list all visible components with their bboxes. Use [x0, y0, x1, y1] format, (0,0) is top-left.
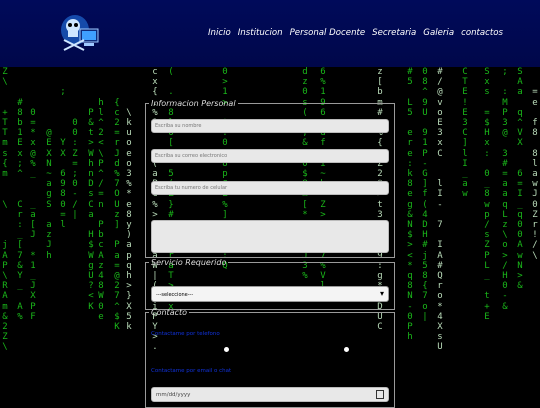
- matrix-column: # 8 b 1 E x ; ^ C r : _ [ 7 & Y _ A %: [17, 97, 23, 322]
- radio-email[interactable]: [344, 347, 349, 352]
- contact-email-link[interactable]: Contactame por email o chat: [151, 368, 231, 374]
- matrix-column: S x s = $ H x : 0 _ 8 w p / s Z P L _ t …: [484, 67, 490, 322]
- date-placeholder: mm/dd/yyyy: [156, 392, 191, 398]
- contact-phone-link[interactable]: Contactame por telefono: [151, 331, 220, 337]
- nav-item-institucion[interactable]: Institucion: [238, 28, 283, 38]
- matrix-column: 0 = * x @ % _ _ a [ J * 1 _ J X P F: [30, 107, 36, 322]
- matrix-column: # 5 L 5 e r e : k 8 e g & N $ > < * q 8 …: [407, 67, 413, 343]
- nav-item-inicio[interactable]: Inicio: [208, 28, 231, 38]
- message-textarea[interactable]: [151, 220, 389, 253]
- service-select-value: ---seleccione---: [156, 292, 194, 298]
- site-header: Inicio Institucion Personal Docente Secr…: [0, 0, 540, 67]
- matrix-column: ; : M P 3 @ 3 # = a a q L z \ o > / H 0 …: [502, 67, 508, 312]
- matrix-column: { c 2 = r J d % 7 O U z ] P a = @ 2 7 ^ …: [114, 97, 120, 333]
- radio-phone[interactable]: [224, 347, 229, 352]
- nav-item-personal-docente[interactable]: Personal Docente: [290, 28, 366, 38]
- matrix-column: 0 0 : Z = ; 0 - / |: [72, 118, 78, 220]
- chevron-down-icon: ▾: [379, 289, 384, 298]
- main-nav: Inicio Institucion Personal Docente Secr…: [208, 28, 510, 38]
- skull-computer-logo-icon[interactable]: [58, 12, 102, 52]
- nav-item-contactos[interactable]: contactos: [461, 28, 503, 38]
- service-fieldset: Servicio Requerido ---seleccione--- ▾: [145, 258, 395, 310]
- matrix-column: h l ^ 2 < \ P ^ / = n P b c A z 4 8 W 0 …: [98, 97, 104, 322]
- matrix-column: P & t > W h n D s C a H $ W g U ? < K: [88, 107, 94, 312]
- calendar-icon[interactable]: [376, 390, 384, 399]
- nav-item-galeria[interactable]: Galeria: [423, 28, 454, 38]
- email-input[interactable]: Escriba su correo electronico: [151, 149, 389, 163]
- matrix-column: = e f 8 8 l a w J 0 Z r ! / \: [532, 87, 538, 261]
- personal-info-fieldset: Informacion Personal Escriba su nombre E…: [145, 99, 395, 258]
- contact-fieldset: Contacto Contactame por telefono Contact…: [145, 308, 395, 408]
- name-input[interactable]: Escriba su nombre: [151, 119, 389, 133]
- matrix-column: ; Y X 6 9 8 0 = l: [60, 87, 66, 231]
- personal-info-legend: Informacion Personal: [151, 99, 236, 108]
- matrix-column: 0 8 ^ 9 U 9 1 P - G ] f ( 4 D H # j 5 8 …: [422, 67, 428, 322]
- nav-item-secretaria[interactable]: Secretaria: [372, 28, 416, 38]
- matrix-column: Z \ + T T m s { m \ j A P \ R A m & 2 Z …: [2, 67, 8, 353]
- matrix-column: \ k u o e o 3 % * e 8 y ) a p q h > } X …: [126, 107, 132, 333]
- matrix-column: # / @ v o E 3 x C l I - 7 I A # Q r o * …: [437, 67, 443, 353]
- matrix-column: S A a q ^ V X 6 = I _ q 0 0 A w N > &: [517, 67, 523, 292]
- contact-legend: Contacto: [151, 308, 188, 317]
- matrix-column: C T E ! E 3 C ] l I _ a w: [462, 67, 468, 200]
- service-legend: Servicio Requerido: [151, 258, 227, 267]
- phone-input[interactable]: Escriba tu numero de celular: [151, 181, 389, 195]
- date-input[interactable]: mm/dd/yyyy: [151, 387, 389, 402]
- service-select[interactable]: ---seleccione--- ▾: [151, 286, 389, 302]
- matrix-column: @ E X N ~ a g S a z J h: [46, 128, 52, 261]
